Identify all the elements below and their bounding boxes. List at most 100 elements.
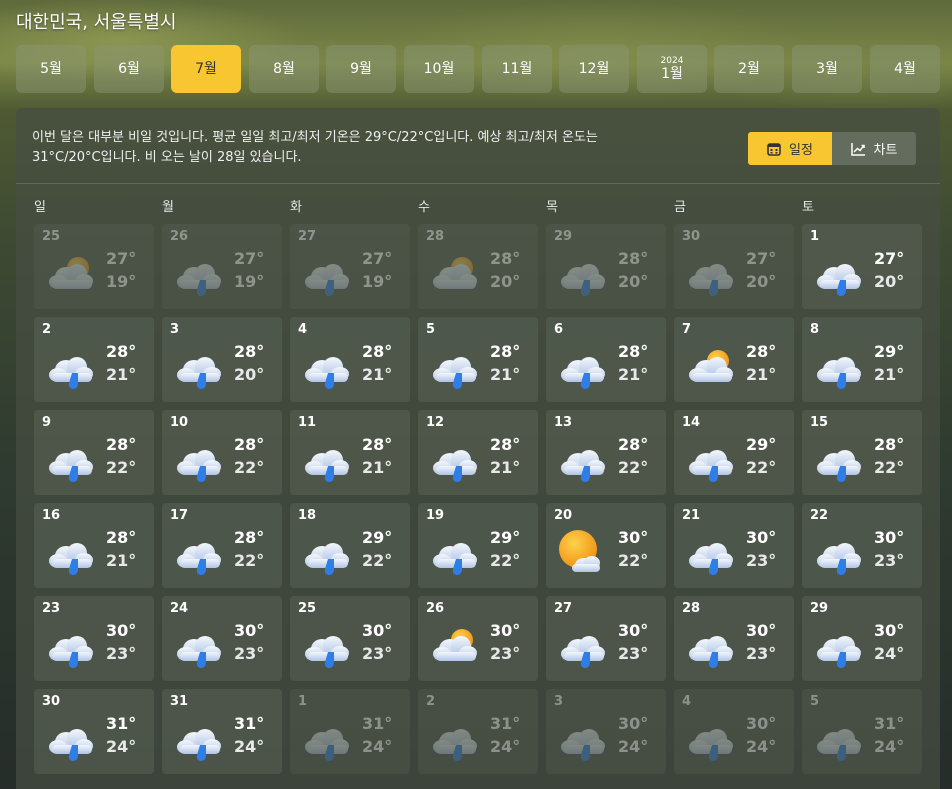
day-number: 7 [682,322,692,337]
day-cell[interactable]: 1 27° 20° [802,224,922,309]
day-cell[interactable]: 19 29° 22° [418,503,538,588]
month-tab[interactable]: 7월 [171,45,241,93]
low-temp: 20° [874,272,905,291]
rain-cloud-icon [556,622,608,668]
month-tab[interactable]: 3월 [792,45,862,93]
rain-cloud-icon [300,715,352,761]
low-temp: 21° [362,458,393,477]
day-cell[interactable]: 18 29° 22° [290,503,410,588]
month-tab[interactable]: 4월 [870,45,940,93]
month-tab[interactable]: 5월 [16,45,86,93]
day-cell[interactable]: 25 30° 23° [290,596,410,681]
day-cell[interactable]: 28 28° 20° [418,224,538,309]
day-cell[interactable]: 15 28° 22° [802,410,922,495]
rain-cloud-icon [684,529,736,575]
rain-cloud-icon [428,436,480,482]
day-cell[interactable]: 24 30° 23° [162,596,282,681]
rain-cloud-icon [812,622,864,668]
rain-cloud-icon [812,343,864,389]
day-number: 25 [298,601,317,616]
high-temp: 31° [874,714,905,733]
rain-cloud-icon [172,250,224,296]
month-tab[interactable]: 8월 [249,45,319,93]
month-tab-label: 12월 [578,61,610,77]
month-tab[interactable]: 10월 [404,45,474,93]
high-temp: 31° [106,714,137,733]
day-number: 30 [42,694,61,709]
day-cell[interactable]: 13 28° 22° [546,410,666,495]
day-cell[interactable]: 10 28° 22° [162,410,282,495]
day-cell[interactable]: 5 31° 24° [802,689,922,774]
day-cell[interactable]: 4 28° 21° [290,317,410,402]
day-cell[interactable]: 27 30° 23° [546,596,666,681]
rain-cloud-icon [556,343,608,389]
day-cell[interactable]: 8 29° 21° [802,317,922,402]
rain-cloud-icon [300,250,352,296]
low-temp: 21° [746,365,777,384]
day-cell[interactable]: 21 30° 23° [674,503,794,588]
day-cell[interactable]: 20 30° 22° [546,503,666,588]
day-number: 20 [554,508,573,523]
day-cell[interactable]: 11 28° 21° [290,410,410,495]
rain-cloud-icon [428,715,480,761]
month-tab[interactable]: 12월 [559,45,629,93]
day-cell[interactable]: 2 28° 21° [34,317,154,402]
day-number: 14 [682,415,701,430]
rain-cloud-icon [812,250,864,296]
low-temp: 23° [618,644,649,663]
day-number: 28 [426,229,445,244]
day-cell[interactable]: 27 27° 19° [290,224,410,309]
month-tab[interactable]: 9월 [326,45,396,93]
day-cell[interactable]: 28 30° 23° [674,596,794,681]
day-cell[interactable]: 30 27° 20° [674,224,794,309]
day-cell[interactable]: 12 28° 21° [418,410,538,495]
day-cell[interactable]: 1 31° 24° [290,689,410,774]
low-temp: 21° [490,458,521,477]
day-cell[interactable]: 3 28° 20° [162,317,282,402]
chart-view-label: 차트 [873,143,898,158]
high-temp: 30° [746,528,777,547]
rain-cloud-icon [556,250,608,296]
day-cell[interactable]: 6 28° 21° [546,317,666,402]
day-cell[interactable]: 5 28° 21° [418,317,538,402]
day-number: 26 [170,229,189,244]
day-number: 29 [810,601,829,616]
calendar-view-button[interactable]: 일정 [748,132,832,165]
day-cell[interactable]: 29 28° 20° [546,224,666,309]
month-tab[interactable]: 6월 [94,45,164,93]
day-number: 29 [554,229,573,244]
month-tab[interactable]: 2월 [714,45,784,93]
day-cell[interactable]: 7 28° 21° [674,317,794,402]
low-temp: 22° [362,551,393,570]
day-number: 24 [170,601,189,616]
view-toggle: 일정 차트 [748,132,916,165]
high-temp: 28° [362,342,393,361]
month-tab[interactable]: 11월 [482,45,552,93]
day-number: 5 [426,322,436,337]
day-cell[interactable]: 29 30° 24° [802,596,922,681]
low-temp: 23° [746,551,777,570]
day-cell[interactable]: 26 27° 19° [162,224,282,309]
day-cell[interactable]: 9 28° 22° [34,410,154,495]
day-cell[interactable]: 4 30° 24° [674,689,794,774]
day-cell[interactable]: 26 30° 23° [418,596,538,681]
day-cell[interactable]: 16 28° 21° [34,503,154,588]
chart-view-button[interactable]: 차트 [832,132,916,165]
day-cell[interactable]: 31 31° 24° [162,689,282,774]
day-number: 2 [42,322,52,337]
day-number: 22 [810,508,829,523]
low-temp: 22° [874,458,905,477]
day-cell[interactable]: 14 29° 22° [674,410,794,495]
high-temp: 28° [362,435,393,454]
month-summary: 이번 달은 대부분 비일 것입니다. 평균 일일 최고/최저 기온은 29°C/… [32,130,598,165]
day-cell[interactable]: 23 30° 23° [34,596,154,681]
day-cell[interactable]: 17 28° 22° [162,503,282,588]
day-cell[interactable]: 22 30° 23° [802,503,922,588]
day-cell[interactable]: 30 31° 24° [34,689,154,774]
day-cell[interactable]: 3 30° 24° [546,689,666,774]
month-tab[interactable]: 2024 1월 [637,45,707,93]
day-cell[interactable]: 25 27° 19° [34,224,154,309]
day-cell[interactable]: 2 31° 24° [418,689,538,774]
low-temp: 20° [618,272,649,291]
high-temp: 30° [490,621,521,640]
